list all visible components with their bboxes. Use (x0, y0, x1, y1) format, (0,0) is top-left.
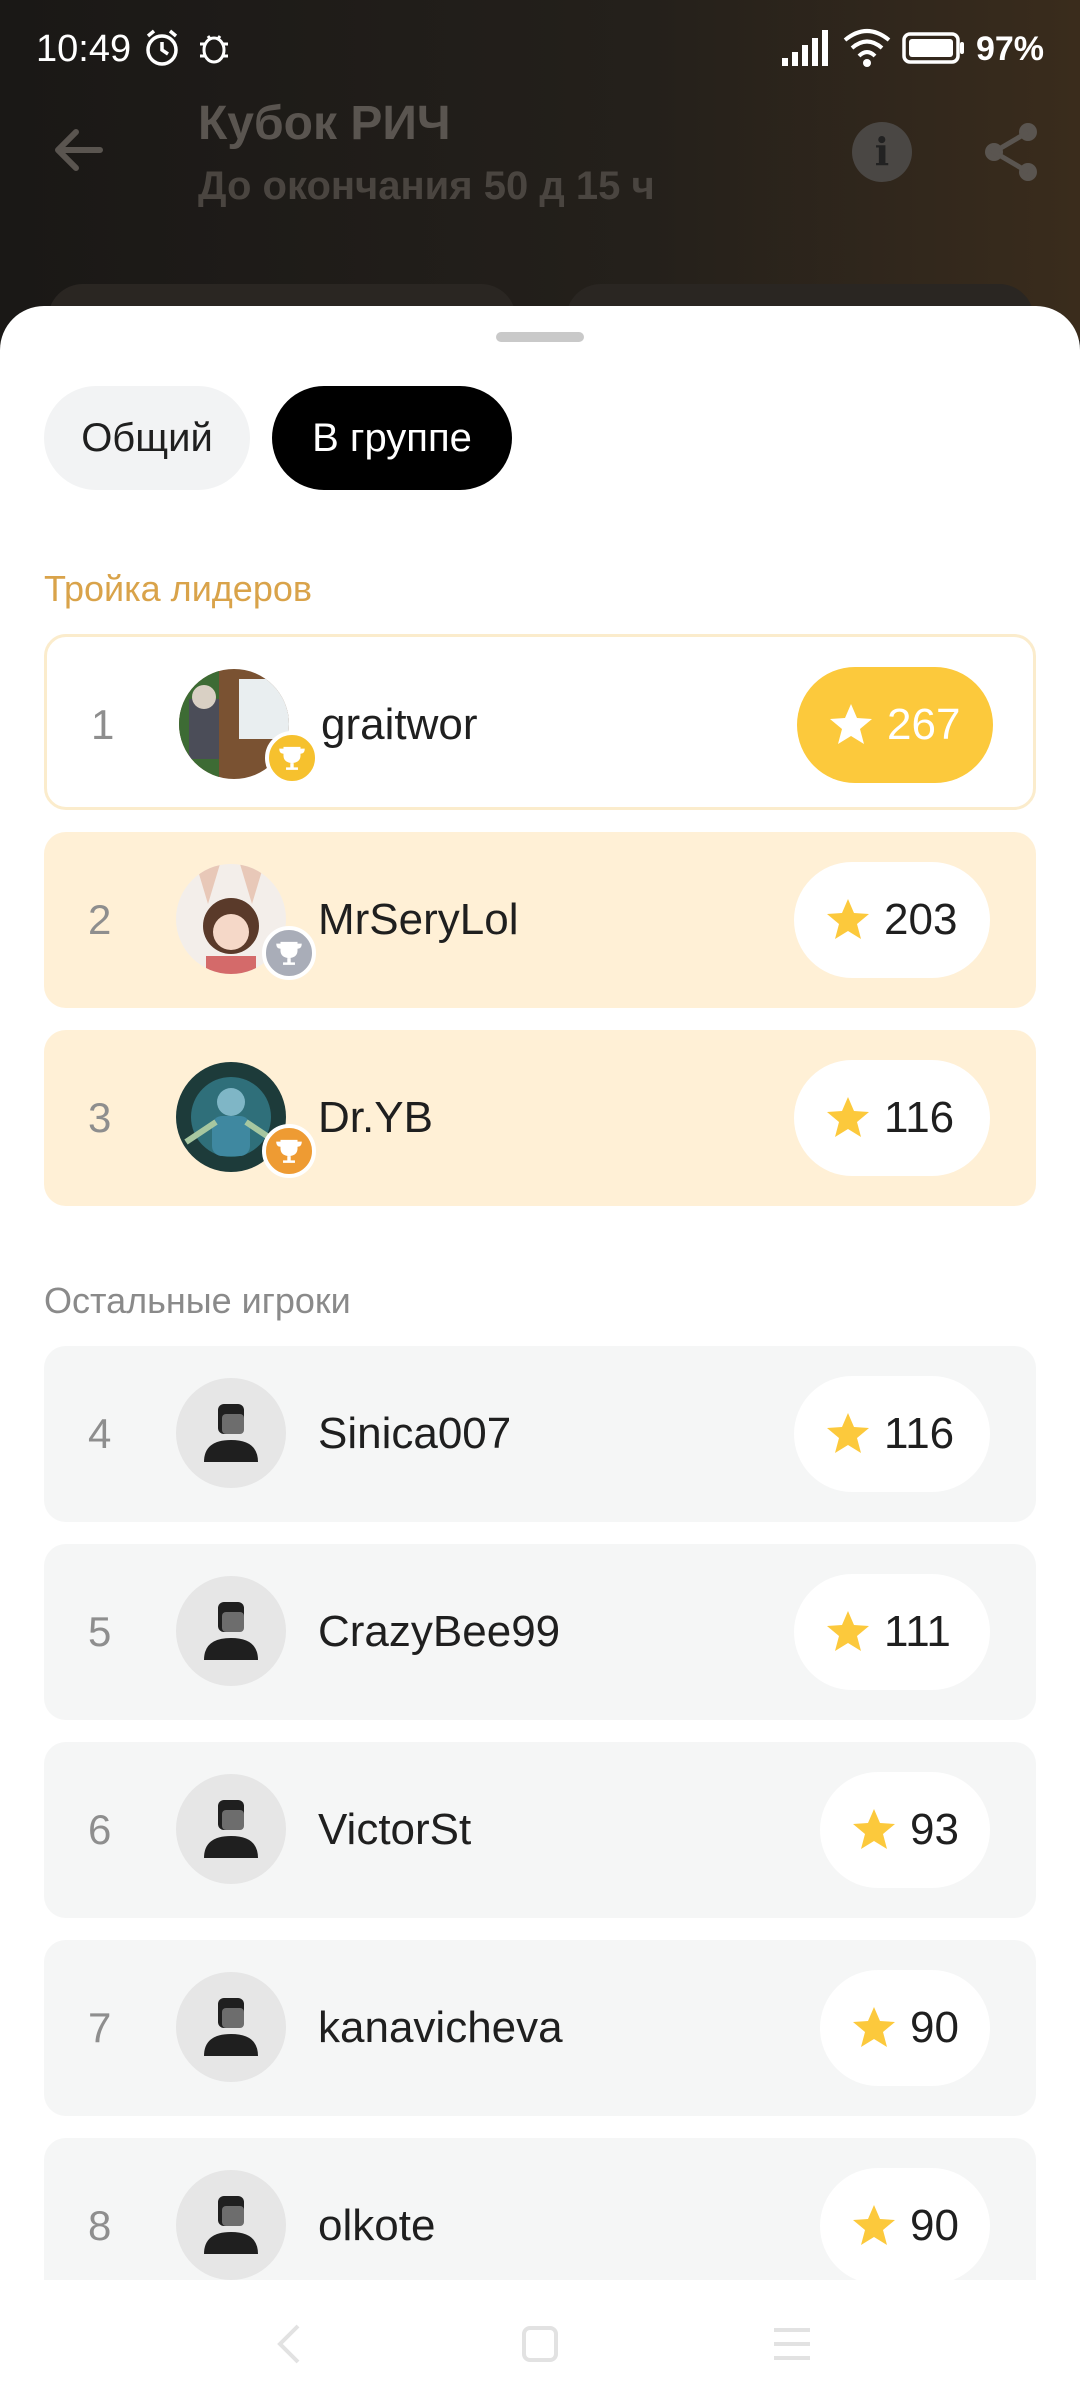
default-avatar-icon (176, 1774, 286, 1884)
score-value: 90 (910, 2003, 959, 2052)
page-title: Кубок РИЧ (198, 97, 451, 150)
rank-number: 7 (88, 2004, 112, 2051)
player-name: graitwor (321, 700, 478, 749)
battery-percent: 97% (975, 30, 1044, 68)
star-icon (827, 1611, 869, 1651)
rank-number: 2 (88, 896, 112, 943)
system-nav-bar (0, 2280, 1080, 2408)
nav-home-icon[interactable] (520, 2320, 560, 2368)
score-pill: 267 (797, 667, 993, 783)
leaderboard-sheet: Общий В группе Тройка лидеров 1 graitwor… (0, 306, 1080, 2408)
star-icon (827, 899, 869, 939)
score-pill: 93 (820, 1772, 990, 1888)
player-name: kanavicheva (318, 2003, 563, 2052)
alarm-icon (146, 29, 178, 66)
star-icon (853, 2205, 895, 2245)
score-value: 116 (884, 1093, 955, 1142)
nav-menu-icon[interactable] (770, 2320, 814, 2368)
player-name: Dr.YB (318, 1093, 433, 1142)
others-section-title: Остальные игроки (44, 1280, 351, 1321)
player-name: MrSeryLol (318, 895, 519, 944)
signal-icon (782, 30, 828, 66)
leader-row[interactable]: 2 MrSeryLol 203 (44, 832, 1036, 1008)
score-value: 111 (884, 1607, 951, 1656)
rank-number: 6 (88, 1806, 112, 1853)
score-pill: 116 (794, 1060, 990, 1176)
score-value: 267 (887, 700, 961, 749)
score-value: 116 (884, 1409, 955, 1458)
gold-trophy-icon (265, 731, 319, 785)
player-row[interactable]: 6 VictorSt 93 (44, 1742, 1036, 1918)
sheet-grabber[interactable] (496, 332, 584, 342)
score-pill: 90 (820, 2168, 990, 2284)
rank-number: 5 (88, 1608, 112, 1655)
score-pill: 203 (794, 862, 990, 978)
tab-in-group[interactable]: В группе (272, 386, 512, 490)
wifi-icon (843, 29, 891, 67)
rank-number: 4 (88, 1410, 112, 1457)
silver-trophy-icon (262, 926, 316, 980)
player-row[interactable]: 5 CrazyBee99 111 (44, 1544, 1036, 1720)
page-subtitle: До окончания 50 д 15 ч (198, 164, 655, 208)
info-icon[interactable]: i (852, 122, 912, 182)
bug-icon (200, 35, 228, 64)
back-arrow-icon[interactable] (48, 120, 108, 180)
default-avatar-icon (176, 1972, 286, 2082)
player-name: CrazyBee99 (318, 1607, 561, 1656)
default-avatar-icon (176, 1576, 286, 1686)
status-time: 10:49 (36, 28, 132, 70)
leaders-section-title: Тройка лидеров (44, 568, 312, 609)
score-value: 90 (910, 2201, 959, 2250)
default-avatar-icon (176, 1378, 286, 1488)
nav-back-icon[interactable] (270, 2320, 310, 2368)
rank-number: 1 (91, 701, 115, 748)
score-pill: 90 (820, 1970, 990, 2086)
player-row[interactable]: 4 Sinica007 116 (44, 1346, 1036, 1522)
player-name: VictorSt (318, 1805, 472, 1854)
score-value: 93 (910, 1805, 959, 1854)
share-icon[interactable] (980, 120, 1044, 184)
default-avatar-icon (176, 2170, 286, 2280)
score-pill: 116 (794, 1376, 990, 1492)
battery-icon (902, 32, 964, 64)
star-icon (853, 2007, 895, 2047)
score-pill: 111 (794, 1574, 990, 1690)
star-icon (827, 1413, 869, 1453)
star-icon (827, 1097, 869, 1137)
status-bar: 10:49 97% (0, 0, 1080, 100)
star-icon (853, 1809, 895, 1849)
tab-general[interactable]: Общий (44, 386, 250, 490)
star-icon (830, 704, 872, 744)
leader-row[interactable]: 3 Dr.YB 116 (44, 1030, 1036, 1206)
background-header: 10:49 97% Кубок РИЧ До окончания 50 д 15… (0, 0, 1080, 354)
leader-row[interactable]: 1 graitwor 267 (44, 634, 1036, 810)
player-name: Sinica007 (318, 1409, 512, 1458)
rank-number: 3 (88, 1094, 112, 1141)
player-row[interactable]: 7 kanavicheva 90 (44, 1940, 1036, 2116)
score-value: 203 (884, 895, 958, 944)
bronze-trophy-icon (262, 1124, 316, 1178)
